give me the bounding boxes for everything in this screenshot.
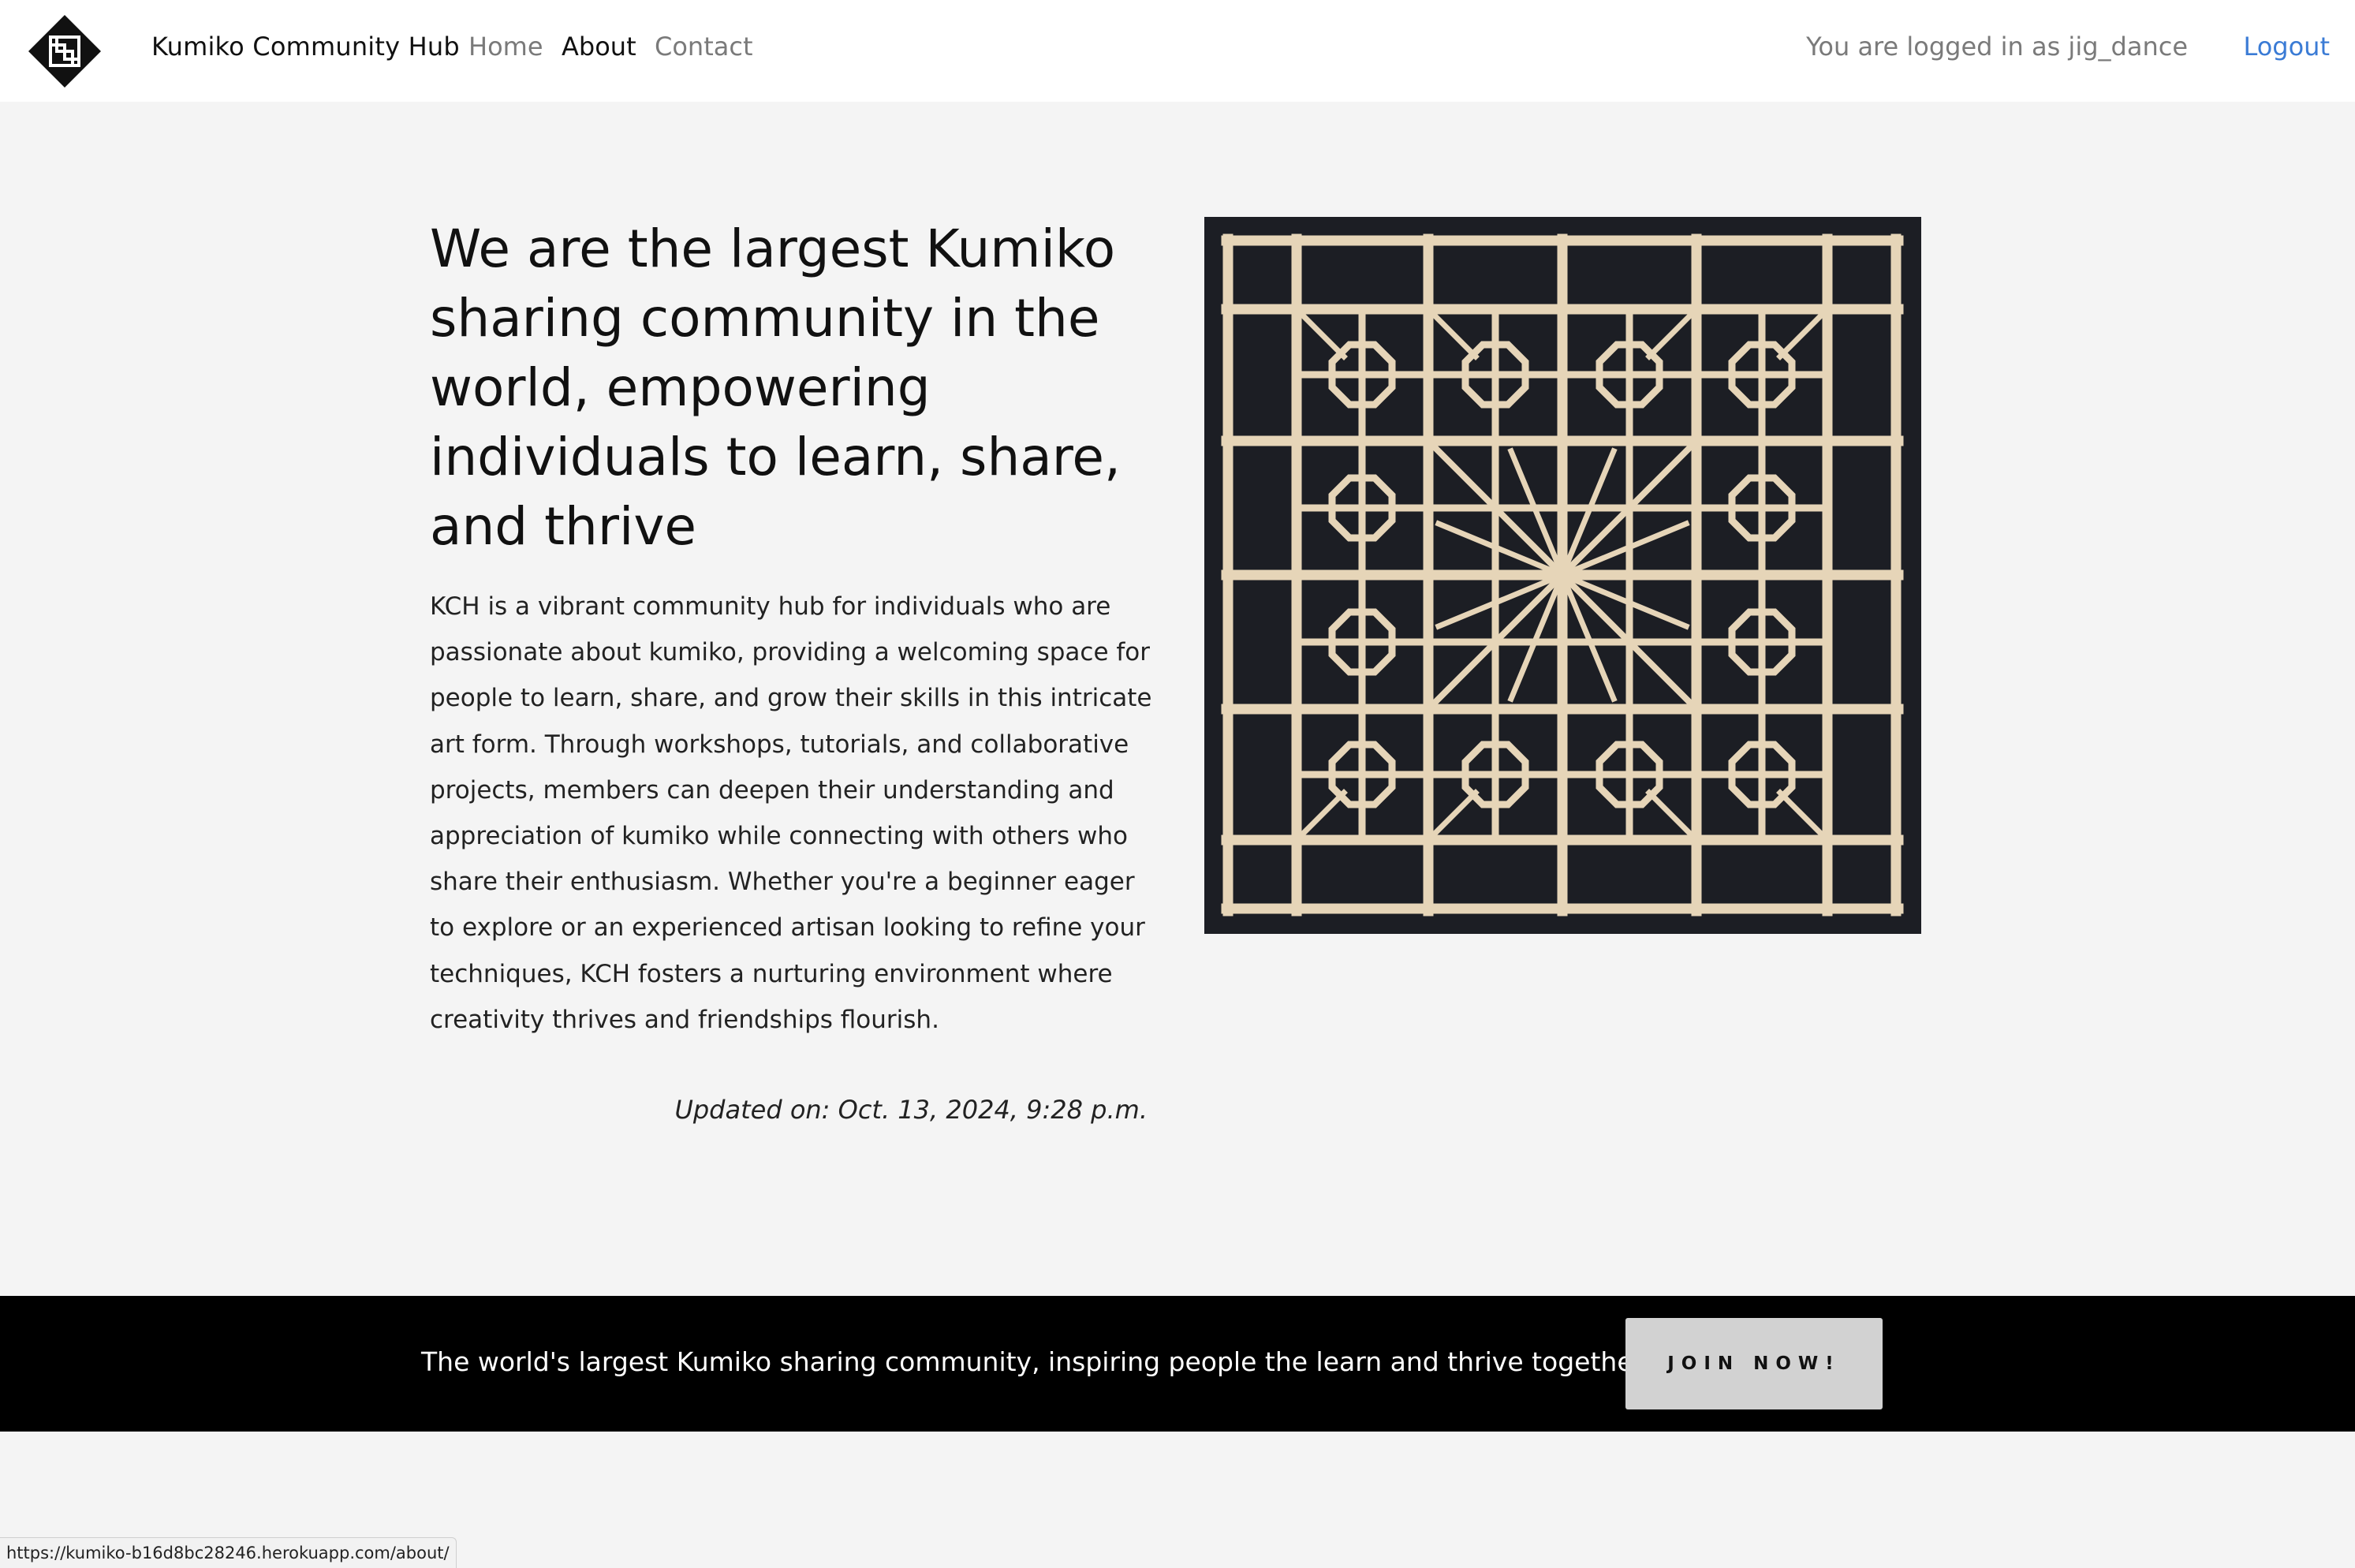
login-status: You are logged in as jig_dance <box>1806 32 2188 62</box>
nav-contact-link[interactable]: Contact <box>655 32 753 62</box>
kumiko-logo-icon[interactable] <box>27 13 103 89</box>
status-url: https://kumiko-b16d8bc28246.herokuapp.co… <box>0 1537 457 1568</box>
nav-home-link[interactable]: Home <box>468 32 543 62</box>
about-description: KCH is a vibrant community hub for indiv… <box>430 592 1152 1034</box>
join-now-button[interactable]: JOIN NOW! <box>1625 1318 1883 1409</box>
navbar: Kumiko Community Hub Home About Contact … <box>0 0 2355 102</box>
brand-link[interactable]: Kumiko Community Hub <box>151 32 460 62</box>
logout-link[interactable]: Logout <box>2243 32 2330 62</box>
cta-banner: The world's largest Kumiko sharing commu… <box>0 1296 2355 1432</box>
kumiko-panel-image <box>1204 217 1921 934</box>
nav-about-link[interactable]: About <box>562 32 636 62</box>
updated-timestamp: Updated on: Oct. 13, 2024, 9:28 p.m. <box>674 1095 1148 1125</box>
page-headline: We are the largest Kumiko sharing commun… <box>430 218 1121 557</box>
banner-text: The world's largest Kumiko sharing commu… <box>421 1346 1644 1377</box>
